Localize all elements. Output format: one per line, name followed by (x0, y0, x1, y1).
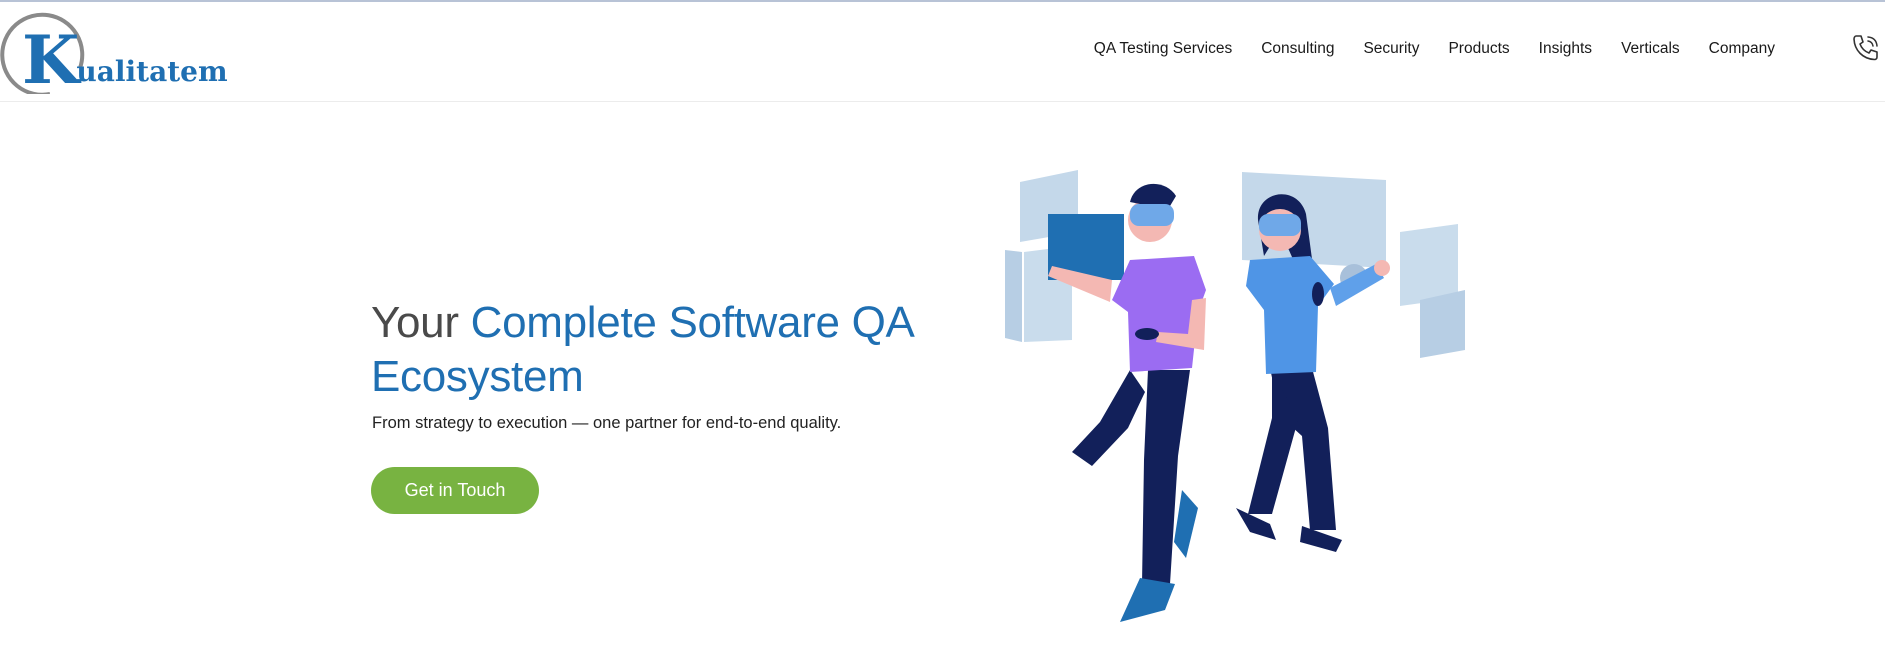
main-nav: QA Testing Services Consulting Security … (1065, 40, 1775, 58)
nav-verticals[interactable]: Verticals (1621, 40, 1680, 58)
woman-vr-headset (1259, 214, 1301, 236)
site-header: K ualitatem QA Testing Services Consulti… (0, 2, 1885, 102)
man-hair (1130, 183, 1176, 206)
woman-hand (1374, 260, 1390, 276)
nav-qa-testing-services[interactable]: QA Testing Services (1094, 40, 1232, 58)
nav-insights[interactable]: Insights (1539, 40, 1592, 58)
get-in-touch-button[interactable]: Get in Touch (371, 467, 539, 514)
vr-users-illustration (1005, 170, 1465, 622)
phone-icon[interactable] (1850, 32, 1882, 64)
vr-controller-man (1135, 328, 1159, 340)
floating-panel-edge-left (1005, 250, 1022, 342)
man-leg-bent (1072, 370, 1145, 466)
nav-security[interactable]: Security (1363, 40, 1419, 58)
logo-letter: K (22, 21, 80, 99)
floating-panel-right-low (1420, 290, 1465, 358)
hero-title-lead: Your (371, 298, 459, 347)
nav-consulting[interactable]: Consulting (1261, 40, 1334, 58)
logo-name: ualitatem (76, 55, 228, 88)
nav-products[interactable]: Products (1448, 40, 1509, 58)
hero-title: Your Complete Software QA Ecosystem (371, 296, 931, 404)
woman-sweater (1246, 256, 1334, 374)
man-vr-headset (1130, 204, 1174, 226)
brand-logo[interactable]: K ualitatem (0, 10, 228, 94)
man-shoe-right (1174, 490, 1198, 558)
man-shoe-left (1120, 578, 1175, 622)
hero-subtitle: From strategy to execution — one partner… (372, 414, 842, 432)
vr-controller-woman (1312, 282, 1324, 306)
nav-company[interactable]: Company (1709, 40, 1775, 58)
logo-wordmark: K ualitatem (22, 20, 228, 99)
